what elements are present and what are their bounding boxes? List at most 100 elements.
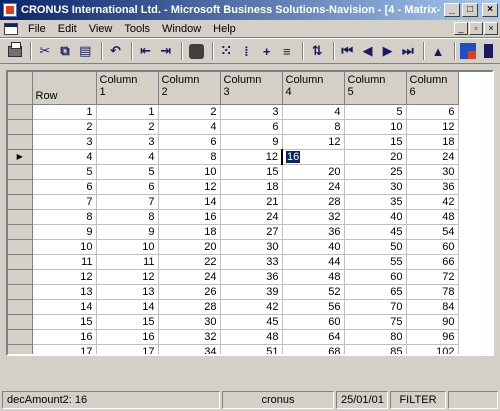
row-number-cell[interactable]: 2 [32, 119, 97, 135]
last-record-icon[interactable]: ⏭ [399, 42, 416, 60]
matrix-cell[interactable]: 32 [282, 209, 345, 225]
row-selector[interactable] [8, 254, 33, 270]
row-number-cell[interactable]: 9 [32, 224, 97, 240]
matrix-cell[interactable]: 40 [344, 209, 407, 225]
matrix-cell[interactable]: 2 [158, 104, 221, 120]
matrix-cell[interactable]: 40 [282, 239, 345, 255]
matrix-cell[interactable]: 10 [344, 119, 407, 135]
row-selector[interactable] [8, 329, 33, 345]
row-number-cell[interactable]: 14 [32, 299, 97, 315]
matrix-cell[interactable]: 30 [406, 164, 459, 180]
matrix-cell[interactable]: 66 [406, 254, 459, 270]
table-row[interactable]: 13 13 26 39 52 65 78 [8, 284, 459, 300]
matrix-cell[interactable]: 27 [220, 224, 283, 240]
matrix-cell[interactable]: 3 [96, 134, 159, 150]
matrix-cell[interactable]: 52 [282, 284, 345, 300]
matrix-cell[interactable]: 2 [96, 119, 159, 135]
menu-file[interactable]: File [22, 23, 52, 35]
matrix-cell[interactable]: 90 [406, 314, 459, 330]
matrix-cell[interactable]: 16 [282, 149, 345, 165]
table-row[interactable]: 11 11 22 33 44 55 66 [8, 254, 459, 270]
matrix-cell[interactable]: 102 [406, 344, 459, 354]
matrix-cell[interactable]: 30 [344, 179, 407, 195]
row-number-cell[interactable]: 13 [32, 284, 97, 300]
row-number-cell[interactable]: 10 [32, 239, 97, 255]
matrix-cell[interactable]: 51 [220, 344, 283, 354]
maximize-button[interactable]: □ [462, 3, 478, 17]
row-selector[interactable] [8, 209, 33, 225]
matrix-cell[interactable]: 26 [158, 284, 221, 300]
row-selector[interactable] [8, 134, 33, 150]
matrix-cell[interactable]: 44 [282, 254, 345, 270]
matrix-cell[interactable]: 9 [220, 134, 283, 150]
matrix-cell[interactable]: 75 [344, 314, 407, 330]
app-icon[interactable] [3, 3, 17, 17]
next-record-icon[interactable]: ▶ [379, 42, 396, 60]
matrix-cell[interactable]: 6 [96, 179, 159, 195]
matrix-cell[interactable]: 36 [220, 269, 283, 285]
grid-icon[interactable]: ⁙ [218, 42, 235, 60]
row-column-header[interactable]: Row [32, 72, 97, 105]
matrix-cell[interactable]: 6 [406, 104, 459, 120]
matrix-cell[interactable]: 3 [220, 104, 283, 120]
matrix-cell[interactable]: 39 [220, 284, 283, 300]
column-header-2[interactable]: Column 2 [158, 72, 221, 105]
row-selector[interactable] [8, 299, 33, 315]
matrix-cell[interactable]: 45 [220, 314, 283, 330]
matrix-cell[interactable]: 20 [282, 164, 345, 180]
table-row[interactable]: 7 7 14 21 28 35 42 [8, 194, 459, 210]
matrix-cell[interactable]: 34 [158, 344, 221, 354]
matrix-cell[interactable]: 13 [96, 284, 159, 300]
row-number-cell[interactable]: 11 [32, 254, 97, 270]
row-number-cell[interactable]: 8 [32, 209, 97, 225]
matrix-cell[interactable]: 68 [282, 344, 345, 354]
column-header-3[interactable]: Column 3 [220, 72, 283, 105]
matrix-cell[interactable]: 65 [344, 284, 407, 300]
table-row[interactable]: 2 2 4 6 8 10 12 [8, 119, 459, 135]
outdent-icon[interactable]: ⇥ [157, 42, 174, 60]
matrix-cell[interactable]: 48 [406, 209, 459, 225]
row-selector[interactable] [8, 239, 33, 255]
matrix-cell[interactable]: 96 [406, 329, 459, 345]
matrix-cell[interactable]: 60 [344, 269, 407, 285]
matrix-cell[interactable]: 7 [96, 194, 159, 210]
table-row[interactable]: 10 10 20 30 40 50 60 [8, 239, 459, 255]
matrix-cell[interactable]: 54 [406, 224, 459, 240]
insert-row-icon[interactable]: + [258, 42, 275, 60]
table-row[interactable]: 14 14 28 42 56 70 84 [8, 299, 459, 315]
matrix-cell[interactable]: 15 [220, 164, 283, 180]
matrix-cell[interactable]: 25 [344, 164, 407, 180]
matrix-cell[interactable]: 50 [344, 239, 407, 255]
row-selector[interactable] [8, 119, 33, 135]
undo-icon[interactable]: ↶ [107, 42, 124, 60]
row-number-cell[interactable]: 4 [32, 149, 97, 165]
help-icon[interactable] [480, 42, 497, 60]
matrix-cell[interactable]: 5 [96, 164, 159, 180]
column-header-5[interactable]: Column 5 [344, 72, 407, 105]
first-record-icon[interactable]: ⏮ [339, 42, 356, 60]
matrix-grid[interactable]: Row Column 1 Column 2 Column 3 Column 4 Colu… [6, 70, 494, 356]
matrix-cell[interactable]: 14 [158, 194, 221, 210]
close-button[interactable]: × [482, 3, 498, 17]
find-icon[interactable] [187, 42, 204, 60]
print-icon[interactable] [6, 41, 23, 60]
table-row[interactable]: 6 6 12 18 24 30 36 [8, 179, 459, 195]
matrix-cell[interactable]: 10 [96, 239, 159, 255]
table-row[interactable]: 16 16 32 48 64 80 96 [8, 329, 459, 345]
matrix-cell[interactable]: 24 [158, 269, 221, 285]
matrix-cell[interactable]: 21 [220, 194, 283, 210]
matrix-cell[interactable]: 20 [344, 149, 407, 165]
row-number-cell[interactable]: 15 [32, 314, 97, 330]
matrix-cell[interactable]: 60 [282, 314, 345, 330]
row-selector[interactable]: ▶ [8, 149, 33, 165]
matrix-cell[interactable]: 35 [344, 194, 407, 210]
matrix-cell[interactable]: 28 [282, 194, 345, 210]
row-selector[interactable] [8, 269, 33, 285]
matrix-cell[interactable]: 12 [96, 269, 159, 285]
matrix-cell[interactable]: 78 [406, 284, 459, 300]
row-number-cell[interactable]: 12 [32, 269, 97, 285]
column-header-4[interactable]: Column 4 [282, 72, 345, 105]
matrix-cell[interactable]: 6 [158, 134, 221, 150]
matrix-cell[interactable]: 4 [158, 119, 221, 135]
matrix-cell[interactable]: 8 [96, 209, 159, 225]
